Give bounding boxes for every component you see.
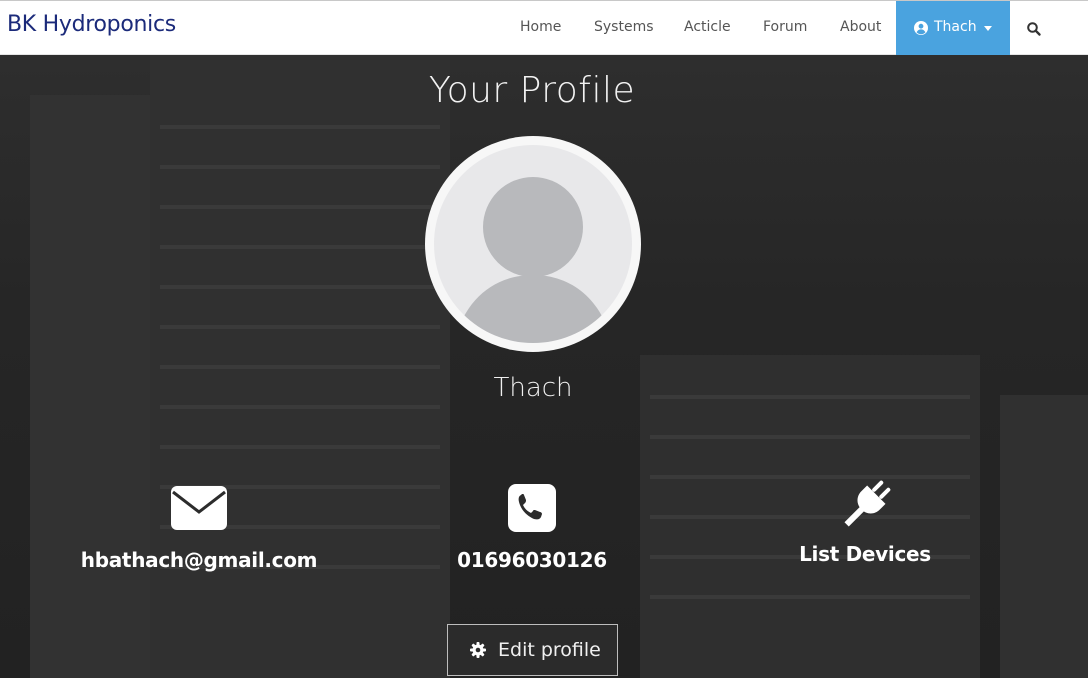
page-title: Your Profile bbox=[428, 70, 636, 111]
avatar bbox=[425, 136, 641, 352]
phone-text: 01696030126 bbox=[457, 548, 607, 572]
email-text: hbathach@gmail.com bbox=[80, 548, 318, 572]
plug-icon bbox=[844, 480, 891, 527]
nav-home[interactable]: Home bbox=[520, 19, 561, 35]
profile-username: Thach bbox=[493, 373, 573, 403]
avatar-placeholder-icon bbox=[434, 145, 632, 343]
user-menu-dropdown[interactable]: Thach bbox=[896, 1, 1010, 55]
nav-forum[interactable]: Forum bbox=[763, 19, 807, 35]
caret-down-icon bbox=[984, 26, 992, 31]
envelope-icon bbox=[171, 486, 227, 530]
phone-info: 01696030126 bbox=[382, 484, 682, 572]
phone-icon bbox=[508, 484, 556, 532]
top-navbar: BK Hydroponics Home Systems Acticle Foru… bbox=[0, 0, 1088, 55]
profile-page: BK Hydroponics Home Systems Acticle Foru… bbox=[0, 0, 1088, 678]
nav-systems[interactable]: Systems bbox=[594, 19, 654, 35]
list-devices-label: List Devices bbox=[799, 542, 931, 566]
nav-about[interactable]: About bbox=[840, 19, 881, 35]
gear-icon bbox=[470, 642, 486, 658]
brand-logo-link[interactable]: BK Hydroponics bbox=[7, 12, 176, 37]
search-icon[interactable] bbox=[1026, 21, 1042, 37]
list-devices-link[interactable]: List Devices bbox=[715, 480, 1015, 566]
edit-profile-label: Edit profile bbox=[498, 639, 601, 661]
user-menu-label: Thach bbox=[934, 19, 977, 35]
user-circle-icon bbox=[914, 21, 928, 35]
edit-profile-button[interactable]: Edit profile bbox=[447, 624, 618, 676]
nav-acticle[interactable]: Acticle bbox=[684, 19, 731, 35]
email-info: hbathach@gmail.com bbox=[49, 484, 349, 572]
